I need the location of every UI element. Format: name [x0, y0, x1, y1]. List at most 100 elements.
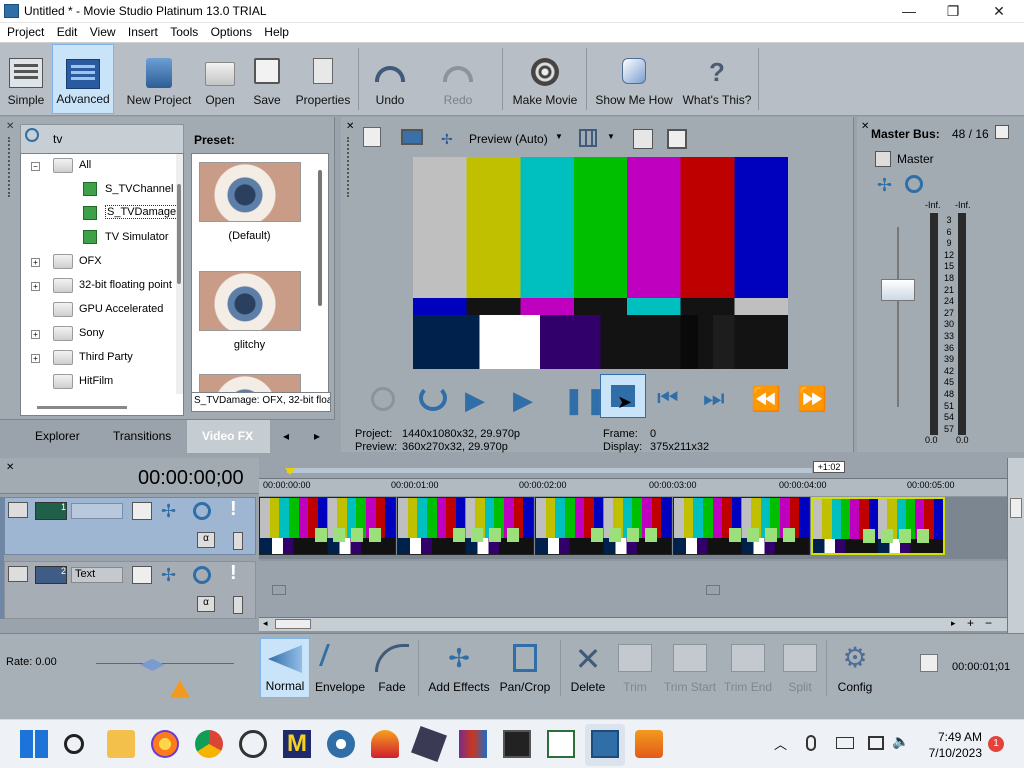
rate-center-marker[interactable] [170, 680, 190, 698]
preset-scrollbar[interactable] [318, 170, 322, 306]
master-insert-fx-icon[interactable]: ✢ [877, 175, 892, 196]
track-solo-icon[interactable]: ! [230, 562, 237, 585]
loop-button[interactable] [419, 385, 447, 411]
tree-item-32bit[interactable]: +32-bit floating point [21, 274, 183, 298]
menu-edit[interactable]: Edit [57, 23, 78, 39]
compositing-mode-icon[interactable]: α [197, 532, 215, 548]
tree-item-s-tvdamage[interactable]: S_TVDamage [21, 202, 183, 226]
open-button[interactable]: Open [198, 44, 242, 114]
trim-end-button[interactable]: Trim End [722, 638, 774, 698]
fx-tree[interactable]: − All S_TVChannel S_TVDamage TV Simulator… [20, 153, 184, 416]
panel-close-icon[interactable]: ✕ [861, 121, 869, 132]
config-button[interactable]: ⚙ Config [832, 638, 878, 698]
fl-studio-icon[interactable] [635, 730, 663, 758]
minimize-button[interactable]: — [886, 0, 932, 23]
track-header-1[interactable]: 1 ✢ ! α [4, 497, 256, 555]
panel-grip[interactable] [347, 137, 350, 197]
text-track-lane[interactable] [259, 561, 1007, 619]
timeline-ruler[interactable]: +1:02 00:00:00:00 00:00:01:00 00:00:02:0… [259, 458, 1007, 496]
pan-crop-button[interactable]: Pan/Crop [496, 638, 554, 698]
track-level-icon[interactable] [233, 596, 243, 614]
tab-scroll-right-icon[interactable]: ▸ [314, 429, 320, 443]
app-red-icon[interactable] [371, 730, 399, 758]
whats-this-button[interactable]: ? What's This? [680, 44, 754, 114]
add-effects-button[interactable]: ✢ Add Effects [424, 638, 494, 698]
delete-button[interactable]: ✕ Delete [566, 638, 610, 698]
menu-view[interactable]: View [90, 23, 116, 39]
app-window-icon[interactable] [547, 730, 575, 758]
tree-item-gpu[interactable]: GPU Accelerated [21, 298, 183, 322]
playhead-marker[interactable] [285, 468, 295, 475]
track-header-2[interactable]: 2 Text ✢ ! α [4, 561, 256, 619]
collapse-icon[interactable]: − [31, 162, 40, 171]
trim-start-button[interactable]: Trim Start [662, 638, 718, 698]
tab-explorer[interactable]: Explorer [35, 429, 80, 443]
expand-icon[interactable]: + [31, 354, 40, 363]
clip-fx-icon[interactable] [315, 528, 385, 542]
envelope-tool-button[interactable]: Envelope [313, 638, 367, 698]
keyboard-icon[interactable] [836, 737, 854, 749]
menu-options[interactable]: Options [211, 23, 252, 39]
track-fx-icon[interactable]: ✢ [161, 565, 176, 586]
track-level-icon[interactable] [233, 532, 243, 550]
save-snapshot-icon[interactable] [667, 129, 687, 149]
search-box[interactable]: tv [20, 124, 184, 154]
track-solo-icon[interactable]: ! [230, 498, 237, 521]
chrome-icon[interactable] [195, 730, 223, 758]
split-screen-icon[interactable]: ✢ [441, 131, 459, 147]
tree-item-hitfilm[interactable]: HitFilm [21, 370, 183, 394]
trim-button[interactable]: Trim [614, 638, 656, 698]
new-project-button[interactable]: New Project [124, 44, 194, 114]
close-button[interactable]: ✕ [976, 0, 1022, 23]
track-name-field[interactable]: Text [71, 567, 123, 583]
panel-grip[interactable] [8, 137, 11, 197]
properties-button[interactable]: Properties [292, 44, 354, 114]
video-clip-1[interactable] [259, 497, 396, 555]
notification-badge[interactable]: 1 [988, 736, 1004, 752]
go-to-start-button[interactable]: ⏮ [657, 385, 679, 413]
show-me-how-button[interactable]: Show Me How [592, 44, 676, 114]
menu-tools[interactable]: Tools [170, 23, 198, 39]
obs-icon[interactable] [239, 730, 267, 758]
save-button[interactable]: Save [246, 44, 288, 114]
master-mute-icon[interactable] [905, 175, 923, 193]
preview-video-frame[interactable] [413, 157, 788, 369]
track-fx-icon[interactable]: ✢ [161, 501, 176, 522]
zoom-out-icon[interactable]: − [985, 616, 992, 630]
preview-quality-arrow-icon[interactable]: ▼ [555, 132, 563, 141]
master-bus-properties-icon[interactable] [995, 125, 1009, 139]
video-clip-2[interactable] [397, 497, 534, 555]
start-button[interactable] [20, 730, 48, 758]
search-input[interactable]: tv [53, 132, 62, 146]
panel-close-icon[interactable]: ✕ [6, 121, 14, 132]
search-taskbar-icon[interactable] [64, 734, 84, 754]
clip-fx-icon[interactable] [453, 528, 523, 542]
undo-button[interactable]: Undo [366, 44, 414, 114]
app-m-icon[interactable]: M [283, 730, 311, 758]
expand-icon[interactable]: + [31, 258, 40, 267]
tree-vscrollbar[interactable] [176, 154, 183, 394]
tree-item-all[interactable]: − All [21, 154, 183, 178]
track-mute-icon[interactable] [193, 502, 211, 520]
preset-thumbnail-glitchy[interactable] [199, 271, 301, 331]
menu-insert[interactable]: Insert [128, 23, 158, 39]
overlays-arrow-icon[interactable]: ▼ [607, 132, 615, 141]
previous-frame-button[interactable]: ⏪ [751, 385, 781, 414]
menu-project[interactable]: Project [7, 23, 44, 39]
normal-edit-tool-button[interactable]: Normal [260, 638, 310, 698]
play-from-start-button[interactable]: ▶ [465, 385, 485, 416]
tree-item-ofx[interactable]: + OFX [21, 250, 183, 274]
track-mute-icon[interactable] [193, 566, 211, 584]
track-expand-icon[interactable] [8, 566, 28, 582]
video-clip-3[interactable] [535, 497, 672, 555]
preview-quality-dropdown[interactable]: Preview (Auto) [469, 132, 548, 146]
go-to-end-button[interactable]: ⏭ [703, 385, 725, 413]
compositing-mode-icon[interactable]: α [197, 596, 215, 612]
clip-fx-icon[interactable] [729, 528, 799, 542]
make-movie-button[interactable]: Make Movie [508, 44, 582, 114]
rate-slider-handle[interactable]: ◀▶ [140, 654, 165, 674]
movie-studio-taskbar-icon[interactable] [591, 730, 619, 758]
play-button[interactable]: ▶ [513, 385, 533, 416]
winrar-icon[interactable] [459, 730, 487, 758]
copy-snapshot-icon[interactable] [633, 129, 653, 149]
